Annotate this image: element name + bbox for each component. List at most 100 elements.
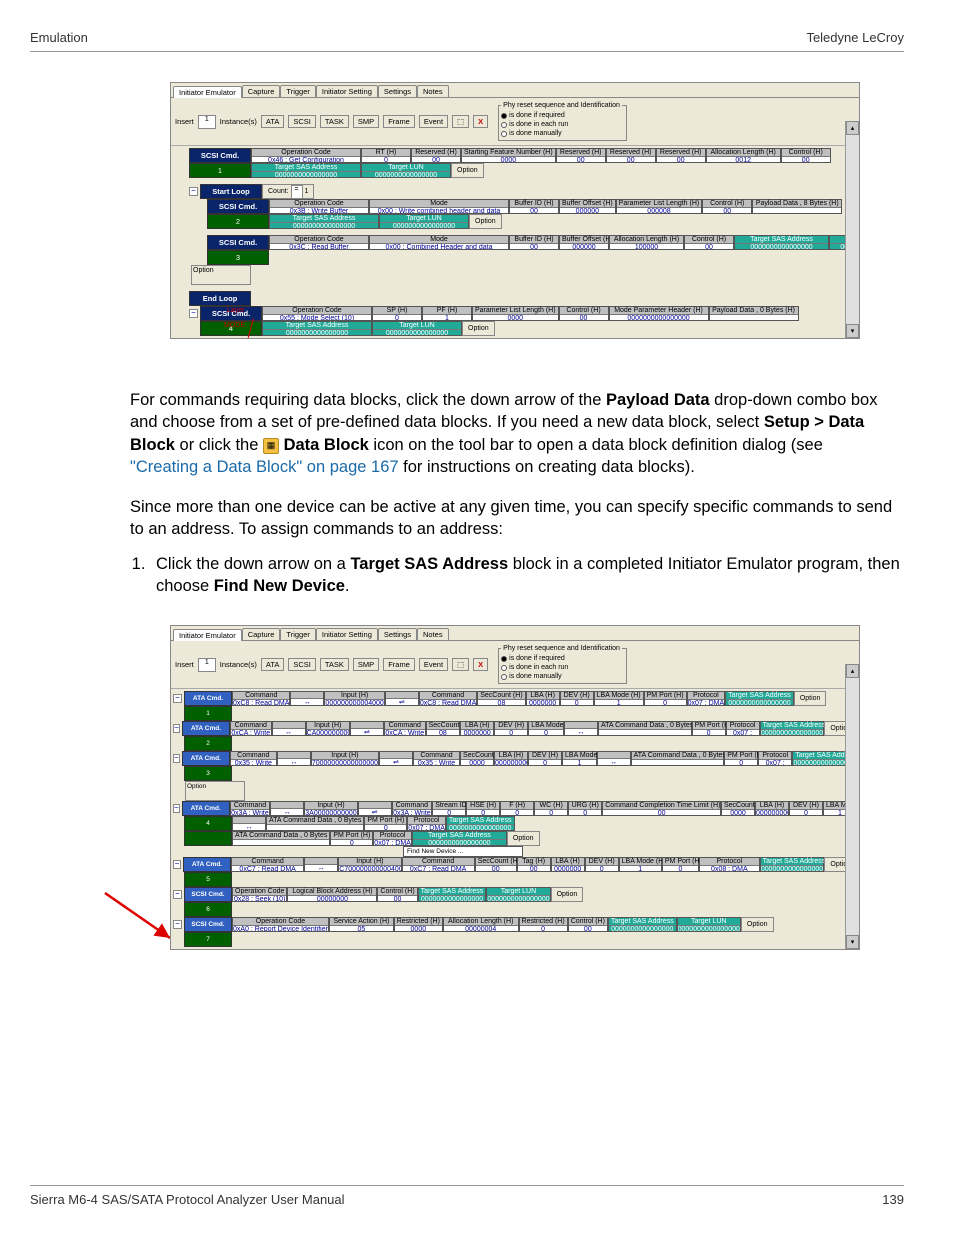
collapse-icon[interactable]: − bbox=[189, 187, 198, 196]
phy-radio-each-run[interactable]: is done in each run bbox=[501, 120, 622, 129]
field: Input (H)7000000000000000000004000 bbox=[311, 751, 379, 766]
close-button[interactable]: X bbox=[473, 115, 488, 128]
field: Target SAS Address0000000000000000 bbox=[608, 917, 677, 932]
screenshot-top: Initiator Emulator Capture Trigger Initi… bbox=[170, 82, 860, 339]
frame-button[interactable]: Frame bbox=[383, 658, 415, 671]
tab-initiator-emulator[interactable]: Initiator Emulator bbox=[173, 629, 242, 641]
option-block[interactable]: Option bbox=[191, 265, 251, 285]
data-block-icon: ▦ bbox=[263, 438, 279, 454]
option-block[interactable]: Option bbox=[185, 781, 245, 801]
radio-icon bbox=[501, 665, 507, 671]
scsi-cmd-label: SCSI Cmd. bbox=[189, 148, 251, 163]
vertical-scrollbar[interactable]: ▴ ▾ bbox=[845, 121, 859, 338]
task-button[interactable]: TASK bbox=[320, 658, 349, 671]
field: ⇌ bbox=[385, 691, 419, 706]
field: Tag (H)00 bbox=[517, 857, 551, 872]
option-button[interactable]: Option bbox=[469, 214, 502, 229]
tab-capture[interactable]: Capture bbox=[242, 85, 281, 97]
window-tabs-2: Initiator Emulator Capture Trigger Initi… bbox=[171, 626, 859, 641]
tab-notes[interactable]: Notes bbox=[417, 85, 449, 97]
red-arrow-annotation bbox=[100, 888, 180, 948]
command-toolbar-2: Insert 1 Instance(s) ATA SCSI TASK SMP F… bbox=[171, 641, 859, 689]
frame-button[interactable]: Frame bbox=[383, 115, 415, 128]
close-button[interactable]: X bbox=[473, 658, 488, 671]
radio-icon bbox=[501, 674, 507, 680]
find-new-device-item[interactable]: Find New Device ... bbox=[403, 846, 523, 857]
scroll-up-icon[interactable]: ▴ bbox=[846, 121, 859, 135]
option-button[interactable]: Option bbox=[451, 163, 484, 178]
collapse-icon[interactable]: − bbox=[173, 754, 180, 763]
icon-button[interactable]: ⬚ bbox=[452, 658, 469, 671]
insert-label: Insert bbox=[175, 117, 194, 126]
option-button[interactable]: Option bbox=[741, 917, 774, 932]
scsi-cmd-row-3: SCSI Cmd. Operation Code0x3C : Read Buff… bbox=[207, 235, 857, 250]
phy-radio-required[interactable]: is done if required bbox=[501, 654, 622, 663]
field: URG (H)0 bbox=[568, 801, 602, 816]
field: Target SAS Address0000000000000000 bbox=[418, 887, 487, 902]
field: Input (H)3A0000000000000000000004000 bbox=[304, 801, 357, 816]
smp-button[interactable]: SMP bbox=[353, 658, 379, 671]
collapse-icon[interactable]: − bbox=[173, 890, 182, 899]
field: Restricted (H)0000 bbox=[394, 917, 443, 932]
phy-radio-manual[interactable]: is done manually bbox=[501, 129, 622, 138]
scsi-cmd-row-2: SCSI Cmd. Operation Code0x3B : Write Buf… bbox=[207, 199, 857, 214]
option-button[interactable]: Option bbox=[507, 831, 540, 846]
task-button[interactable]: TASK bbox=[320, 115, 349, 128]
cmd-label: ATA Cmd. bbox=[183, 857, 231, 872]
collapse-icon[interactable]: − bbox=[189, 309, 198, 318]
tab-settings[interactable]: Settings bbox=[378, 85, 417, 97]
option-button[interactable]: Option bbox=[551, 887, 584, 902]
scroll-up-icon[interactable]: ▴ bbox=[846, 664, 859, 678]
field: ATA Command Data , 0 Bytes bbox=[266, 816, 364, 831]
icon-button[interactable]: ⬚ bbox=[452, 115, 469, 128]
field: ↔ bbox=[232, 816, 266, 831]
tab-notes[interactable]: Notes bbox=[417, 628, 449, 640]
emulator-grid-2: −ATA Cmd.Command0xC8 : Read DMA↔Input (H… bbox=[171, 689, 859, 949]
collapse-icon[interactable]: − bbox=[173, 804, 180, 813]
option-button[interactable]: Option bbox=[794, 691, 827, 706]
field: Command0xC7 : Read DMA Queued bbox=[231, 857, 304, 872]
grid-row: −ATA Cmd.Command0xCA : Write DMA↔Input (… bbox=[173, 721, 857, 736]
field: ↔ bbox=[564, 721, 598, 736]
phy-radio-required[interactable]: is done if required bbox=[501, 111, 622, 120]
collapse-icon[interactable]: − bbox=[173, 694, 182, 703]
mode-annotation: MODE bbox=[224, 322, 245, 329]
phy-radio-each-run[interactable]: is done in each run bbox=[501, 663, 622, 672]
insert-spinner[interactable]: 1 bbox=[198, 658, 216, 672]
ata-button[interactable]: ATA bbox=[261, 658, 284, 671]
collapse-icon[interactable]: − bbox=[173, 920, 182, 929]
tab-trigger[interactable]: Trigger bbox=[280, 628, 315, 640]
tab-trigger[interactable]: Trigger bbox=[280, 85, 315, 97]
collapse-icon[interactable]: − bbox=[173, 860, 181, 869]
ata-button[interactable]: ATA bbox=[261, 115, 284, 128]
tab-initiator-setting[interactable]: Initiator Setting bbox=[316, 628, 378, 640]
phy-radio-manual[interactable]: is done manually bbox=[501, 672, 622, 681]
cmd-label: ATA Cmd. bbox=[184, 691, 232, 706]
body-text: For commands requiring data blocks, clic… bbox=[130, 389, 894, 541]
screenshot-bottom: Initiator Emulator Capture Trigger Initi… bbox=[170, 625, 860, 950]
tab-capture[interactable]: Capture bbox=[242, 628, 281, 640]
vertical-scrollbar[interactable]: ▴ ▾ bbox=[845, 664, 859, 949]
option-button[interactable]: Option bbox=[462, 321, 495, 336]
insert-spinner[interactable]: 1 bbox=[198, 115, 216, 129]
scroll-down-icon[interactable]: ▾ bbox=[846, 324, 859, 338]
smp-button[interactable]: SMP bbox=[353, 115, 379, 128]
field: HSE (H)0 bbox=[466, 801, 500, 816]
row-index-2: 2 bbox=[207, 214, 269, 229]
scsi-button[interactable]: SCSI bbox=[288, 115, 316, 128]
collapse-icon[interactable]: − bbox=[173, 724, 180, 733]
tab-initiator-setting[interactable]: Initiator Setting bbox=[316, 85, 378, 97]
field: SecCount (H)0000 bbox=[721, 801, 755, 816]
page-footer: Sierra M6-4 SAS/SATA Protocol Analyzer U… bbox=[30, 1185, 904, 1207]
row-index: 7 bbox=[184, 932, 232, 947]
event-button[interactable]: Event bbox=[419, 115, 448, 128]
event-button[interactable]: Event bbox=[419, 658, 448, 671]
field: ⇌ bbox=[358, 801, 392, 816]
tab-settings[interactable]: Settings bbox=[378, 628, 417, 640]
scsi-button[interactable]: SCSI bbox=[288, 658, 316, 671]
tab-initiator-emulator[interactable]: Initiator Emulator bbox=[173, 86, 242, 98]
scroll-down-icon[interactable]: ▾ bbox=[846, 935, 859, 949]
creating-data-block-link[interactable]: "Creating a Data Block" on page 167 bbox=[130, 458, 399, 476]
row-index-1: 1 bbox=[189, 163, 251, 178]
field: Stream ID (H)0 bbox=[432, 801, 466, 816]
